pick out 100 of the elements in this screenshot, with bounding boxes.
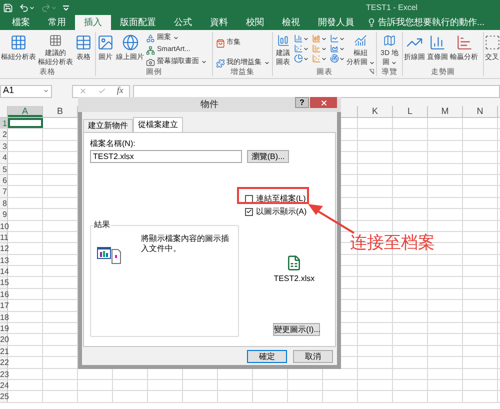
row-header[interactable]: 10	[0, 220, 8, 231]
row-header[interactable]: 12	[0, 243, 8, 254]
formula-field[interactable]	[133, 84, 500, 98]
ribbon-tab[interactable]: 校閱	[237, 15, 273, 30]
row-header[interactable]: 17	[0, 300, 8, 311]
name-box[interactable]: A1	[0, 84, 52, 98]
file-name-field[interactable]: TEST2.xlsx	[90, 150, 242, 163]
chart-type-button[interactable]	[294, 34, 308, 43]
highlight-frame	[237, 187, 309, 204]
row-header[interactable]: 4	[0, 152, 8, 163]
chart-type-button[interactable]	[330, 34, 344, 43]
undo-icon[interactable]	[19, 2, 35, 12]
bar-chart-icon	[429, 34, 446, 51]
change-icon-button[interactable]: 變更圖示(I)...	[273, 323, 320, 336]
pie-chart-icon	[294, 54, 302, 63]
chart-type-button[interactable]	[312, 34, 326, 43]
row-header[interactable]: 5	[0, 164, 8, 174]
column-header[interactable]: A	[8, 106, 43, 117]
row-header[interactable]: 23	[0, 368, 8, 379]
row-header[interactable]: 2	[0, 129, 8, 140]
row-header[interactable]: 21	[0, 346, 8, 356]
help-button[interactable]: ?	[295, 97, 309, 108]
ribbon-tab[interactable]: 常用	[39, 15, 75, 30]
ribbon-tab[interactable]: 插入	[75, 15, 111, 30]
dialog-button[interactable]: 取消	[293, 350, 333, 363]
column-header[interactable]: M	[428, 106, 463, 117]
close-button[interactable]	[310, 97, 337, 108]
customize-icon[interactable]	[63, 4, 69, 10]
row-header[interactable]: 18	[0, 312, 8, 322]
launcher-icon[interactable]	[369, 69, 374, 74]
row-header[interactable]: 16	[0, 288, 8, 300]
row-header[interactable]: 8	[0, 198, 8, 208]
row-header[interactable]: 20	[0, 334, 8, 345]
lightbulb-icon	[367, 18, 376, 27]
ribbon-tab[interactable]: 公式	[165, 15, 201, 30]
checkbox[interactable]	[245, 208, 253, 216]
bar-chart-icon	[352, 34, 369, 47]
map-icon	[381, 34, 398, 47]
chart-type-button[interactable]	[294, 44, 308, 53]
column-header[interactable]: K	[358, 106, 393, 117]
bag-icon	[216, 38, 224, 48]
icon-caption: TEST2.xlsx	[274, 273, 315, 285]
ribbon-tab[interactable]: 版面配置	[111, 15, 165, 30]
dialog-title: 物件	[200, 98, 218, 111]
camera-icon	[146, 58, 155, 66]
ribbon-tab[interactable]: 開發人員	[309, 15, 363, 30]
browse-button[interactable]: 瀏覽(B)...	[247, 150, 289, 163]
window-title: TEST1 - Excel	[366, 2, 418, 14]
row-header[interactable]: 13	[0, 254, 8, 266]
row-header[interactable]: 11	[0, 232, 8, 242]
row-header[interactable]: 3	[0, 140, 8, 152]
active-cell[interactable]	[8, 118, 43, 128]
save-icon[interactable]	[3, 2, 13, 12]
chart-type-button[interactable]	[312, 44, 326, 53]
scatter-chart-icon	[294, 44, 302, 53]
row-header[interactable]: 7	[0, 186, 8, 197]
picture-icon	[97, 34, 114, 51]
result-label: 結果	[93, 220, 111, 230]
row-header[interactable]: 22	[0, 357, 8, 368]
caret-icon	[51, 4, 57, 10]
check-icon	[246, 208, 252, 215]
row-header[interactable]: 24	[0, 380, 8, 390]
check-icon[interactable]	[98, 87, 106, 95]
tell-me-field[interactable]: 告訴我您想要執行的動作...	[378, 16, 485, 30]
dialog-tab[interactable]: 建立新物件	[83, 119, 133, 132]
row-header[interactable]: 14	[0, 266, 8, 276]
row-header[interactable]: 6	[0, 174, 8, 186]
dialog-button[interactable]: 確定	[247, 350, 287, 363]
chart-type-button[interactable]	[312, 54, 326, 63]
checkbox[interactable]	[245, 194, 253, 202]
radar-chart-icon	[330, 54, 338, 63]
row-header[interactable]: 19	[0, 323, 8, 334]
spreadsheet-file-icon	[286, 255, 302, 271]
dialog-tab[interactable]: 從檔案建立	[133, 117, 183, 132]
scatter-chart-icon	[312, 54, 320, 63]
diagram-icon	[146, 46, 155, 54]
column-header[interactable]: L	[393, 106, 428, 117]
embedded-file-icon	[97, 246, 121, 264]
row-header[interactable]: 15	[0, 277, 8, 288]
chart-type-button[interactable]	[294, 54, 308, 63]
checkbox-label: 以圖示顯示(A)	[256, 207, 307, 216]
ribbon-tab[interactable]: 檢視	[273, 15, 309, 30]
pivot-table-icon	[10, 34, 27, 51]
stacked-chart-icon	[312, 34, 320, 43]
arrow	[306, 202, 356, 234]
ribbon-tab[interactable]: 資料	[201, 15, 237, 30]
ribbon-tab[interactable]: 檔案	[3, 15, 39, 30]
file-name-label: 檔案名稱(N):	[90, 139, 136, 149]
row-header[interactable]: 1	[0, 118, 8, 128]
globe-picture-icon	[122, 34, 138, 51]
chart-type-button[interactable]	[330, 54, 344, 63]
column-header[interactable]: N	[463, 106, 498, 117]
row-header[interactable]: 9	[0, 209, 8, 220]
row-header[interactable]: 25	[0, 391, 8, 402]
chart-type-button[interactable]	[330, 44, 344, 53]
result-text: 將顯示檔案內容的圖示插入文件中。	[141, 234, 230, 255]
shapes-icon	[146, 34, 155, 42]
insert-function-button[interactable]: fx	[116, 84, 124, 98]
annotation-text: 连接至档案	[350, 233, 435, 253]
bar-chart-icon	[312, 44, 320, 53]
